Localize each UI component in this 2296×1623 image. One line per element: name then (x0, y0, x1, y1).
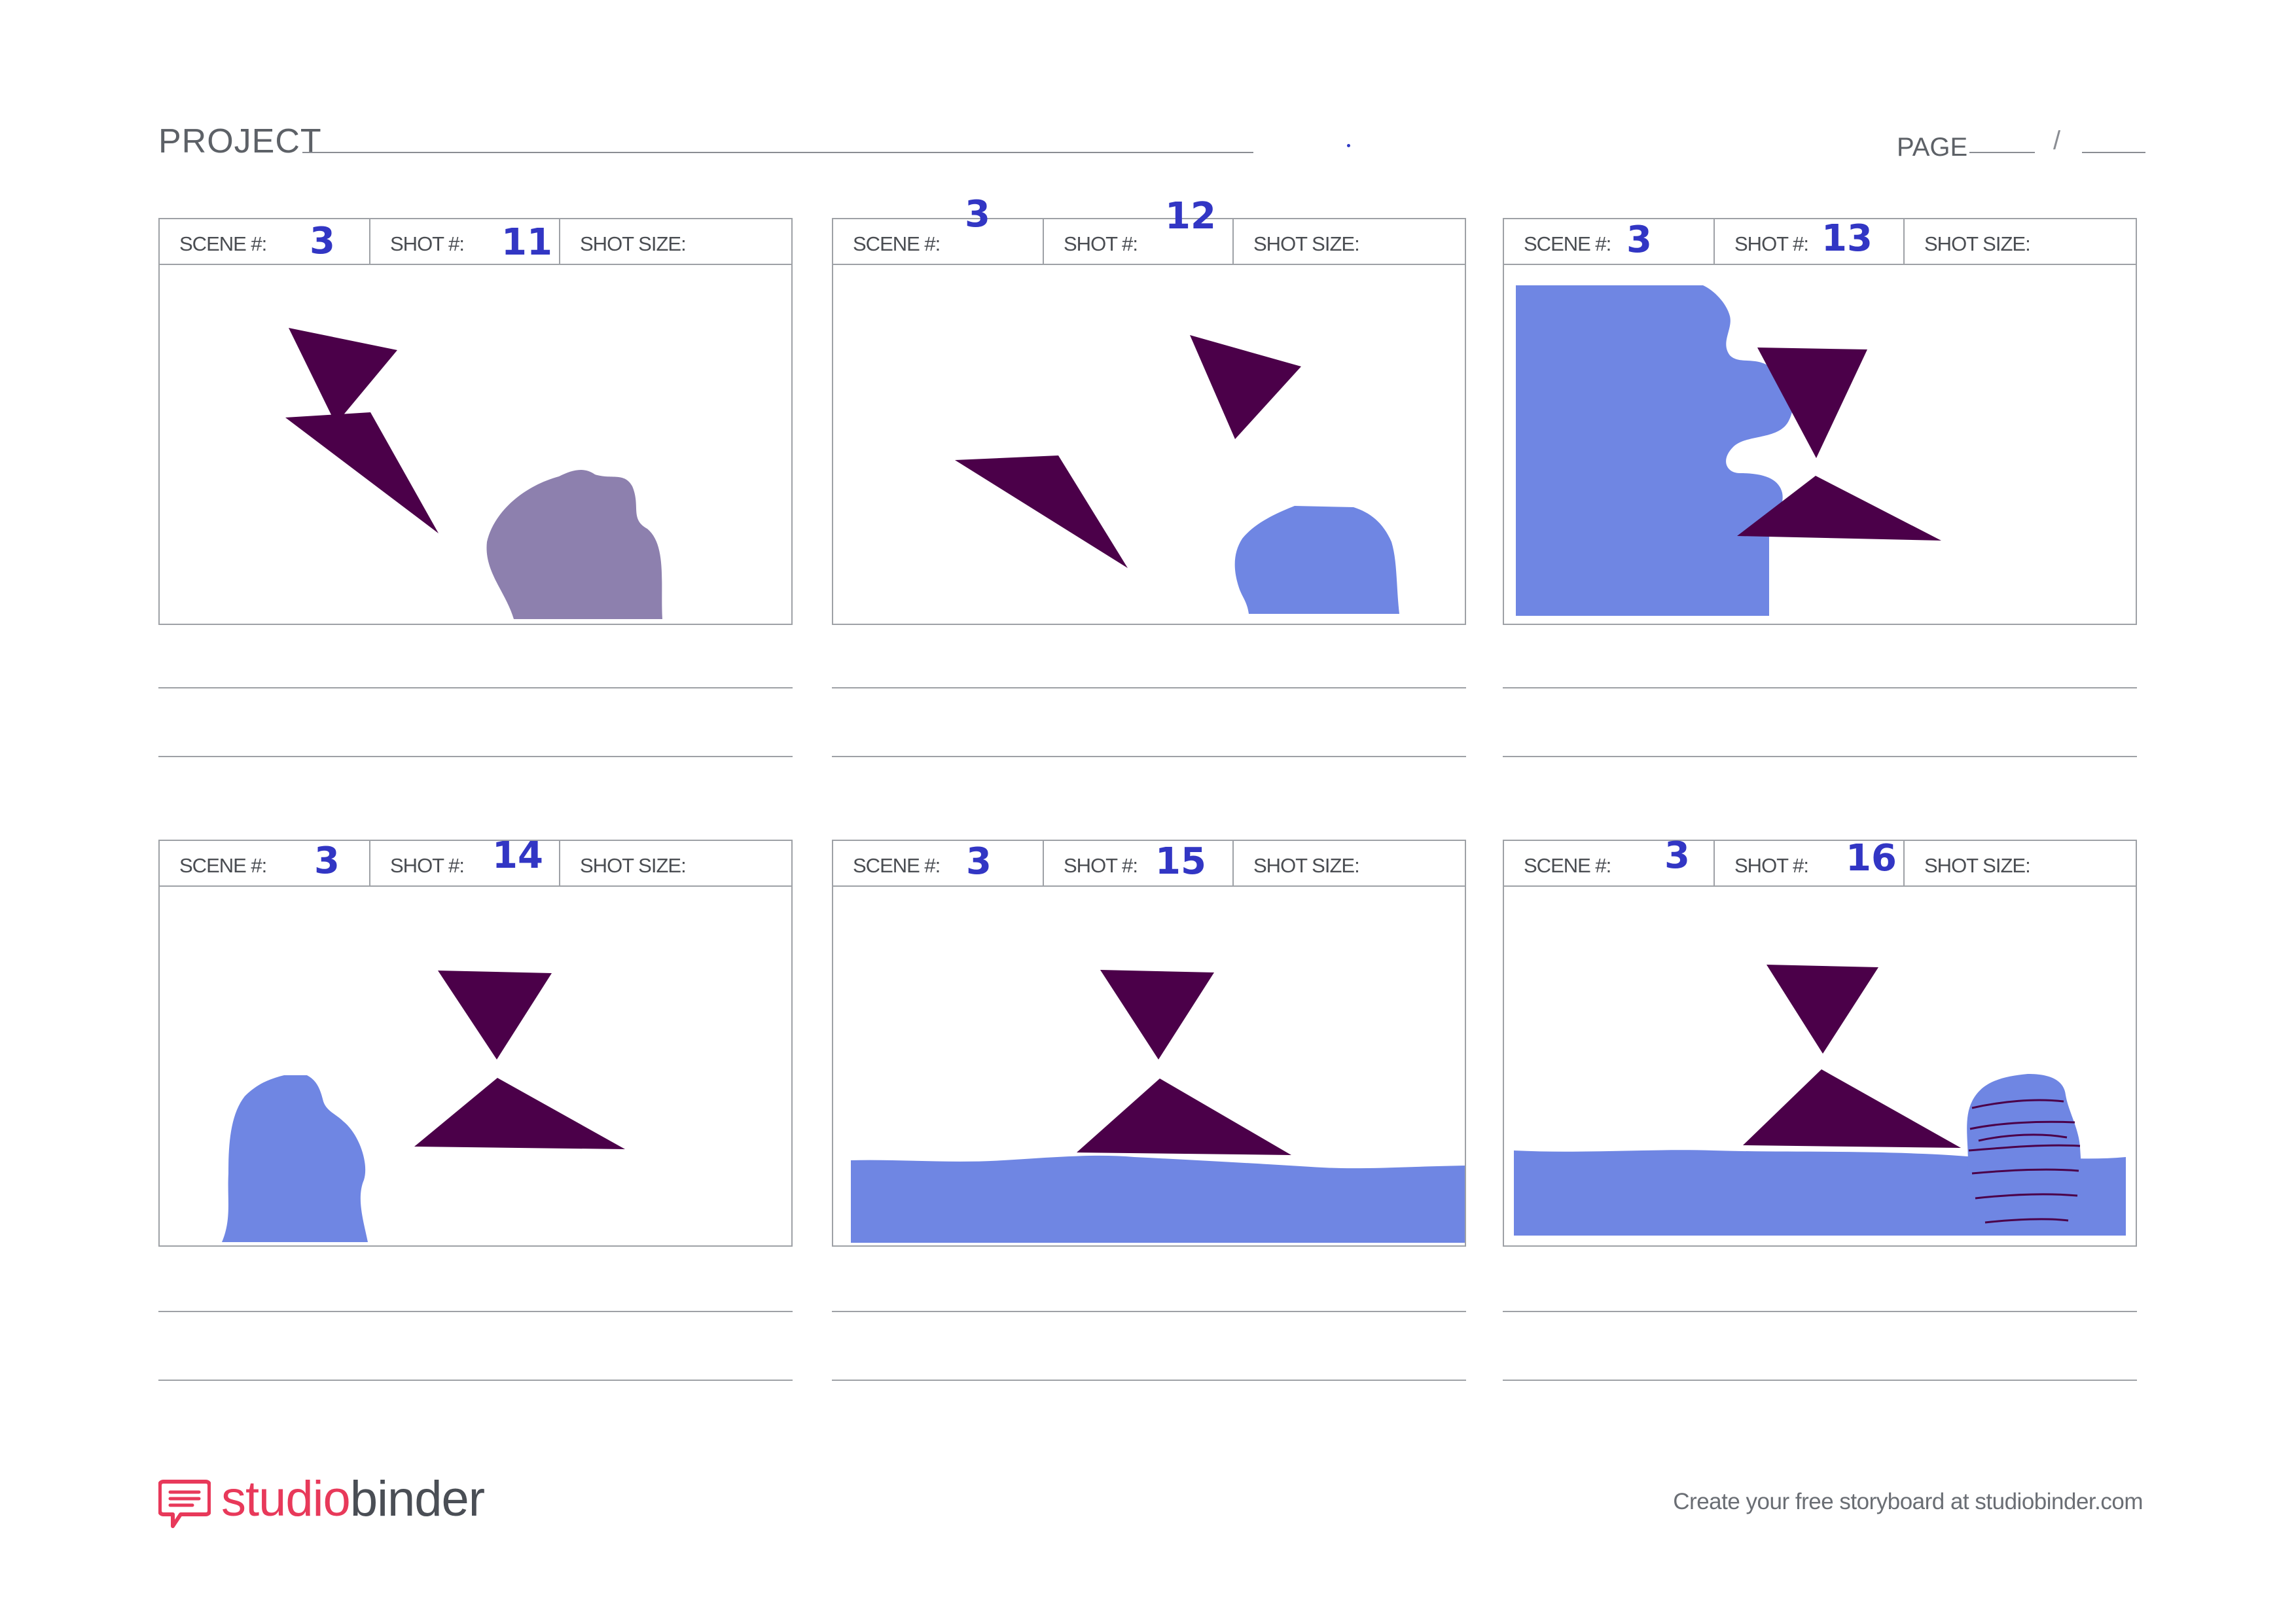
panel-header: SCENE #: 3 SHOT #: 14 SHOT SIZE: (158, 834, 793, 887)
note-line[interactable] (832, 1380, 1466, 1381)
note-line[interactable] (832, 1311, 1466, 1312)
stray-dot (1347, 144, 1350, 147)
triangle-top (1100, 970, 1214, 1060)
sketch (1516, 285, 1941, 616)
page-total-line[interactable] (2082, 152, 2145, 153)
panel-frame[interactable] (158, 264, 793, 625)
page-current-line[interactable] (1969, 152, 2035, 153)
note-line[interactable] (832, 756, 1466, 757)
shot-number[interactable]: 14 (492, 834, 543, 877)
cliff-shape (1516, 285, 1793, 616)
scene-number[interactable]: 3 (965, 193, 990, 236)
boulder-shape (1234, 506, 1399, 614)
triangle-bottom (955, 455, 1128, 568)
storyboard-panel-6: SCENE #: 3 SHOT #: 16 SHOT SIZE: (1503, 834, 2137, 1247)
page-label: PAGE (1897, 133, 1968, 162)
note-line[interactable] (158, 1311, 793, 1312)
water-shape (851, 1155, 1465, 1243)
studiobinder-logo-icon[interactable] (158, 1478, 211, 1530)
scene-number[interactable]: 3 (1626, 219, 1652, 261)
triangle-bottom (1743, 1069, 1961, 1148)
note-line[interactable] (1503, 1311, 2137, 1312)
scene-label: SCENE #: (853, 854, 941, 877)
sketch (955, 335, 1399, 614)
sketch (851, 970, 1465, 1243)
storyboard-panel-4: SCENE #: 3 SHOT #: 14 SHOT SIZE: (158, 834, 793, 1247)
scene-number[interactable]: 3 (966, 840, 992, 883)
scene-number[interactable]: 3 (310, 220, 335, 262)
scene-label: SCENE #: (1524, 854, 1611, 877)
scene-number[interactable]: 3 (1664, 834, 1690, 877)
note-line[interactable] (158, 756, 793, 757)
shot-size-label: SHOT SIZE: (580, 232, 687, 255)
scene-label: SCENE #: (179, 854, 267, 877)
storyboard-panel-3: SCENE #: 3 SHOT #: 13 SHOT SIZE: (1503, 217, 2137, 625)
scene-number[interactable]: 3 (314, 840, 340, 882)
note-line[interactable] (832, 687, 1466, 688)
scene-label: SCENE #: (179, 232, 267, 255)
storyboard-panel-1: SCENE #: 3 SHOT #: 11 SHOT SIZE: (158, 218, 793, 625)
panel-frame[interactable] (158, 885, 793, 1247)
triangle-top (289, 328, 397, 424)
shot-number[interactable]: 12 (1165, 195, 1216, 238)
project-name-line[interactable] (302, 152, 1253, 153)
shot-number[interactable]: 11 (501, 221, 552, 264)
shot-label: SHOT #: (1734, 232, 1809, 255)
shot-number[interactable]: 13 (1821, 217, 1873, 260)
triangle-top (1190, 335, 1301, 439)
panel-frame[interactable] (1503, 885, 2137, 1247)
note-line[interactable] (158, 687, 793, 688)
storyboard-panel-2: SCENE #: 3 SHOT #: 12 SHOT SIZE: (832, 193, 1466, 625)
storyboard-panel-5: SCENE #: 3 SHOT #: 15 SHOT SIZE: (832, 840, 1466, 1247)
shot-size-label: SHOT SIZE: (1924, 232, 2031, 255)
project-label: PROJECT (158, 122, 322, 160)
page-separator: / (2053, 126, 2061, 155)
sketch (285, 328, 662, 619)
shot-number[interactable]: 16 (1846, 837, 1897, 880)
triangle-bottom (414, 1078, 625, 1149)
footer-tagline[interactable]: Create your free storyboard at studiobin… (1673, 1489, 2143, 1515)
logo-text-binder: binder (350, 1471, 485, 1527)
shot-label: SHOT #: (1064, 854, 1138, 877)
logo-text-studio: studio (221, 1471, 351, 1527)
note-line[interactable] (158, 1380, 793, 1381)
panel-header: SCENE #: 3 SHOT #: 13 SHOT SIZE: (1503, 217, 2137, 265)
sketch (222, 971, 625, 1242)
boulder-shape (1967, 1074, 2082, 1234)
shot-size-label: SHOT SIZE: (1253, 232, 1360, 255)
shot-label: SHOT #: (1734, 854, 1809, 877)
note-line[interactable] (1503, 756, 2137, 757)
panel-header: SCENE #: 3 SHOT #: 16 SHOT SIZE: (1503, 834, 2137, 887)
shot-size-label: SHOT SIZE: (1253, 854, 1360, 877)
note-line[interactable] (1503, 1380, 2137, 1381)
scene-label: SCENE #: (853, 232, 941, 255)
triangle-bottom (1077, 1079, 1291, 1155)
shot-label: SHOT #: (390, 854, 465, 877)
sketch (1514, 965, 2126, 1236)
shot-label: SHOT #: (1064, 232, 1138, 255)
shot-label: SHOT #: (390, 232, 465, 255)
shot-size-label: SHOT SIZE: (580, 854, 687, 877)
panel-header: SCENE #: 3 SHOT #: 12 SHOT SIZE: (832, 193, 1466, 265)
triangle-bottom (285, 412, 439, 533)
shot-number[interactable]: 15 (1155, 840, 1206, 883)
panel-frame[interactable] (832, 264, 1466, 625)
boulder-shape (222, 1075, 368, 1242)
panel-frame[interactable] (1503, 264, 2137, 625)
panel-header: SCENE #: 3 SHOT #: 11 SHOT SIZE: (158, 218, 793, 265)
studiobinder-logo-text[interactable]: studiobinder (221, 1471, 485, 1527)
triangle-top (438, 971, 552, 1060)
triangle-top (1767, 965, 1878, 1054)
panel-header: SCENE #: 3 SHOT #: 15 SHOT SIZE: (832, 840, 1466, 887)
note-line[interactable] (1503, 687, 2137, 688)
boulder-shape (486, 469, 662, 619)
scene-label: SCENE #: (1524, 232, 1611, 255)
shot-size-label: SHOT SIZE: (1924, 854, 2031, 877)
panel-frame[interactable] (832, 885, 1466, 1247)
